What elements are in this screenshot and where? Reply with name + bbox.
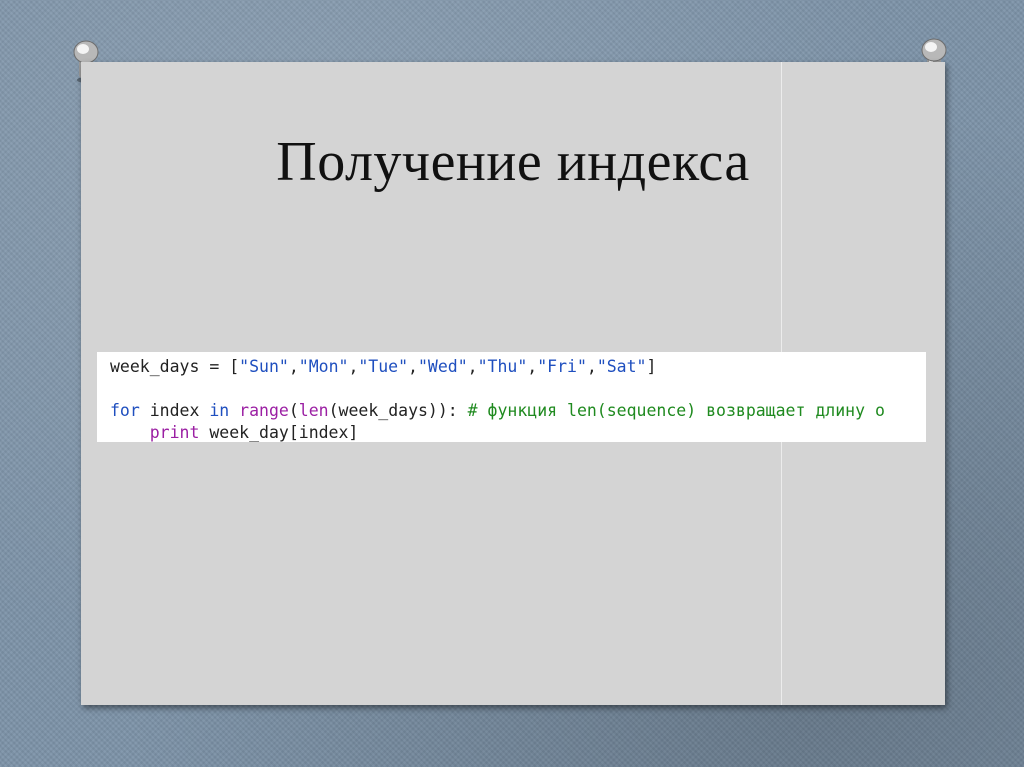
code-string: "Tue" <box>358 357 409 376</box>
code-builtin-print: print <box>149 423 200 442</box>
code-line-4: print week_day[index] <box>110 423 359 442</box>
code-string: "Mon" <box>298 357 349 376</box>
code-args: (week_days)): <box>328 401 468 420</box>
code-line-1: week_days = ["Sun","Mon","Tue","Wed","Th… <box>110 357 656 376</box>
code-sep: , <box>348 357 359 376</box>
code-keyword-in: in <box>209 401 230 420</box>
code-token-var: week_days <box>110 357 200 376</box>
code-token-assign: = [ <box>199 357 240 376</box>
code-string: "Wed" <box>417 357 468 376</box>
code-sep: , <box>408 357 418 376</box>
code-sep: , <box>467 357 478 376</box>
code-line-3: for index in range(len(week_days)): # фу… <box>110 401 885 420</box>
code-block: week_days = ["Sun","Mon","Tue","Wed","Th… <box>97 352 926 442</box>
code-string: "Sun" <box>239 357 289 376</box>
code-token-var: index <box>139 401 210 420</box>
code-token-close: ] <box>646 357 657 376</box>
code-builtin-range: range <box>239 401 289 420</box>
code-string: "Thu" <box>477 357 528 376</box>
code-sep: , <box>586 357 597 376</box>
code-snippet: week_days = ["Sun","Mon","Tue","Wed","Th… <box>97 352 926 442</box>
code-string: "Fri" <box>537 357 587 376</box>
code-keyword-for: for <box>110 401 140 420</box>
code-sep: , <box>288 357 299 376</box>
code-paren: ( <box>288 401 299 420</box>
code-comment: # функция len(sequence) возвращает длину… <box>467 401 885 420</box>
slide: Получение индекса week_days = ["Sun","Mo… <box>81 62 945 705</box>
code-rest: week_day[index] <box>199 423 359 442</box>
slide-title: Получение индекса <box>276 131 750 193</box>
code-sep: , <box>527 357 538 376</box>
code-string: "Sat" <box>596 357 647 376</box>
code-builtin-len: len <box>298 401 329 420</box>
